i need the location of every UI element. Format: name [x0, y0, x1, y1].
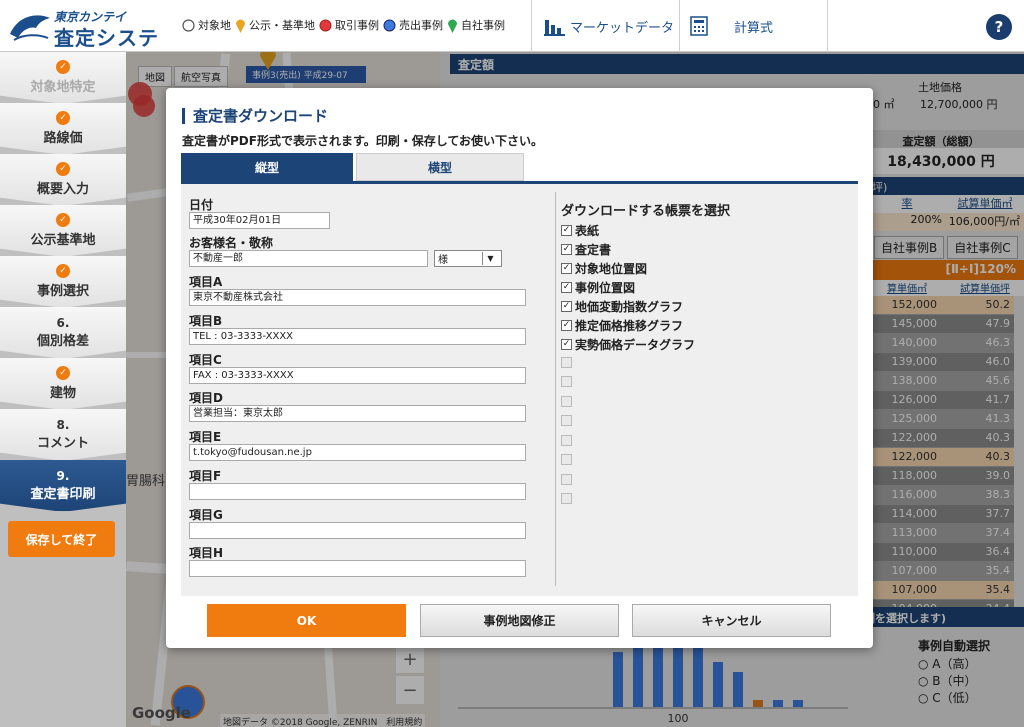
doc-checkbox-subject-map[interactable]: ✓ 対象地位置図	[561, 260, 647, 277]
legend-own: 自社事例	[447, 17, 505, 33]
app-header: 東京カンテイ 査定システム 対象地 公示・基準地 取引事例 売出事例 自社事例 …	[0, 0, 1024, 79]
nav-step-print[interactable]: 9. 査定書印刷	[0, 460, 126, 512]
item-h-label: 項目H	[189, 546, 224, 560]
dialog-description: 査定書がPDF形式で表示されます。印刷・保存してお使い下さい。	[182, 134, 544, 148]
disabled-checkbox	[561, 415, 572, 426]
item-c-input[interactable]: FAX : 03-3333-XXXX	[189, 367, 526, 384]
nav-step-public-land[interactable]: ✓ 公示基準地	[0, 205, 126, 257]
honorific-select[interactable]: 様 ▼	[434, 250, 502, 267]
disabled-checkbox	[561, 454, 572, 465]
calculator-icon	[690, 16, 708, 36]
checkbox-checked-icon[interactable]: ✓	[561, 339, 572, 350]
nav-step-individual[interactable]: 6. 個別格差	[0, 307, 126, 359]
column-divider	[555, 192, 556, 586]
ok-button[interactable]: OK	[207, 604, 406, 637]
disabled-checkbox	[561, 376, 572, 387]
legend-public: 公示・基準地	[235, 17, 315, 33]
app-logo[interactable]: 東京カンテイ 査定システム	[8, 6, 168, 79]
tab-landscape[interactable]: 横型	[356, 153, 524, 181]
chevron-down-icon: ▼	[482, 252, 498, 265]
doc-checkbox-report[interactable]: ✓ 査定書	[561, 241, 611, 258]
formula-button[interactable]: 計算式	[679, 0, 828, 52]
save-and-exit-button[interactable]: 保存して終了	[8, 521, 115, 557]
market-data-button[interactable]: マーケットデータ	[531, 0, 679, 52]
pin-icon	[236, 19, 245, 33]
step-navigation: ✓ 対象地特定 ✓ 路線価 ✓ 概要入力 ✓ 公示基準地 ✓ 事例選択 6. 個…	[0, 52, 126, 727]
item-b-input[interactable]: TEL : 03-3333-XXXX	[189, 328, 526, 345]
checkbox-checked-icon[interactable]: ✓	[561, 225, 572, 236]
doc-checkbox-cover[interactable]: ✓ 表紙	[561, 222, 599, 239]
help-icon: ?	[994, 18, 1004, 36]
checkbox-checked-icon[interactable]: ✓	[561, 263, 572, 274]
customer-input[interactable]: 不動産一郎	[189, 250, 428, 267]
download-form: 日付 平成30年02月01日 お客様名・敬称 不動産一郎 様 ▼ 項目A 東京不…	[181, 184, 858, 596]
date-label: 日付	[189, 198, 214, 212]
item-f-input[interactable]	[189, 483, 526, 500]
doc-checkbox-case-map[interactable]: ✓ 事例位置図	[561, 279, 635, 296]
item-f-label: 項目F	[189, 469, 222, 483]
check-icon: ✓	[56, 213, 70, 227]
check-icon: ✓	[56, 162, 70, 176]
item-a-input[interactable]: 東京不動産株式会社	[189, 289, 526, 306]
check-icon: ✓	[56, 60, 70, 74]
item-c-label: 項目C	[189, 353, 222, 367]
circle-outline-icon	[182, 18, 195, 32]
nav-step-subject[interactable]: ✓ 対象地特定	[0, 52, 126, 104]
download-dialog: 査定書ダウンロード 査定書がPDF形式で表示されます。印刷・保存してお使い下さい…	[166, 88, 873, 648]
disabled-checkbox	[561, 435, 572, 446]
item-d-input[interactable]: 営業担当：東京太郎	[189, 405, 526, 422]
item-g-label: 項目G	[189, 508, 223, 522]
bar-chart-icon	[544, 20, 565, 36]
date-input[interactable]: 平成30年02月01日	[189, 212, 330, 229]
item-g-input[interactable]	[189, 522, 526, 539]
legend-transaction: 取引事例	[319, 17, 379, 33]
check-icon: ✓	[56, 111, 70, 125]
doc-checkbox-index-graph[interactable]: ✓ 地価変動指数グラフ	[561, 298, 683, 315]
check-icon: ✓	[56, 366, 70, 380]
checkbox-checked-icon[interactable]: ✓	[561, 320, 572, 331]
disabled-checkbox	[561, 493, 572, 504]
cancel-button[interactable]: キャンセル	[632, 604, 831, 637]
checkbox-checked-icon[interactable]: ✓	[561, 244, 572, 255]
check-icon: ✓	[56, 264, 70, 278]
item-h-input[interactable]	[189, 560, 526, 577]
dolphin-logo-icon	[10, 15, 50, 41]
item-a-label: 項目A	[189, 275, 223, 289]
pin-icon	[448, 19, 457, 33]
tab-portrait[interactable]: 縦型	[181, 153, 353, 181]
item-d-label: 項目D	[189, 391, 223, 405]
legend-sale: 売出事例	[383, 17, 443, 33]
help-button[interactable]: ?	[986, 14, 1012, 40]
circle-filled-icon	[319, 19, 332, 31]
download-select-heading: ダウンロードする帳票を選択	[561, 204, 731, 219]
doc-checkbox-actual-graph[interactable]: ✓ 実勢価格データグラフ	[561, 336, 695, 353]
nav-step-route-price[interactable]: ✓ 路線価	[0, 103, 126, 155]
legend-subject: 対象地	[182, 17, 231, 33]
disabled-checkbox	[561, 474, 572, 485]
disabled-checkbox	[561, 396, 572, 407]
map-legend: 対象地 公示・基準地 取引事例 売出事例 自社事例	[182, 14, 509, 36]
edit-case-map-button[interactable]: 事例地図修正	[420, 604, 619, 637]
customer-label: お客様名・敬称	[189, 236, 274, 250]
doc-checkbox-trend-graph[interactable]: ✓ 推定価格推移グラフ	[561, 317, 683, 334]
item-e-input[interactable]: t.tokyo@fudousan.ne.jp	[189, 444, 526, 461]
item-e-label: 項目E	[189, 430, 222, 444]
checkbox-checked-icon[interactable]: ✓	[561, 282, 572, 293]
nav-step-case-select[interactable]: ✓ 事例選択	[0, 256, 126, 308]
checkbox-checked-icon[interactable]: ✓	[561, 301, 572, 312]
item-b-label: 項目B	[189, 314, 223, 328]
disabled-checkbox	[561, 357, 572, 368]
dialog-title: 査定書ダウンロード	[182, 108, 328, 124]
nav-step-comment[interactable]: 8. コメント	[0, 409, 126, 461]
nav-step-overview[interactable]: ✓ 概要入力	[0, 154, 126, 206]
circle-filled-icon	[383, 19, 396, 31]
nav-step-building[interactable]: ✓ 建物	[0, 358, 126, 410]
